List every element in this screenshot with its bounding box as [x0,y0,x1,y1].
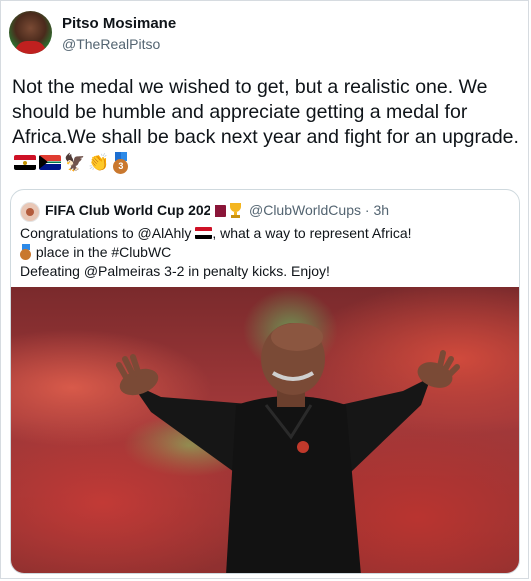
qatar-flag-icon [210,204,226,217]
quoted-line-1: Congratulations to @AlAhly , what a way … [20,225,412,241]
south-africa-flag-icon [39,155,61,171]
bronze-medal-icon: 3 [112,151,130,174]
quoted-author-name[interactable]: FIFA Club World Cup 2020 [45,202,219,218]
author-handle[interactable]: @TheRealPitso [62,36,160,52]
eagle-icon: 🦅 [64,152,86,172]
author-avatar[interactable] [9,11,52,54]
clapping-hands-icon: 👏 [88,152,110,172]
egypt-flag-icon [195,227,213,239]
coach-photo[interactable] [11,287,519,573]
quoted-author-avatar[interactable] [20,202,40,222]
author-name[interactable]: Pitso Mosimane [62,15,176,32]
quoted-time[interactable]: · 3h [365,202,389,218]
trophy-icon [228,203,243,218]
egypt-flag-icon [14,155,36,171]
tweet-card: Pitso Mosimane @TheRealPitso Not the med… [0,0,529,579]
quoted-author-emojis [210,203,243,218]
tweet-text: Not the medal we wished to get, but a re… [12,75,522,175]
quoted-text: Congratulations to @AlAhly , what a way … [20,224,510,281]
quoted-line-2: place in the #ClubWC [20,243,510,262]
bronze-medal-icon [20,244,32,260]
coach-figure [116,323,460,573]
quoted-author-handle[interactable]: @ClubWorldCups · 3h [249,202,389,218]
tweet-body: Not the medal we wished to get, but a re… [12,76,519,148]
tweet-emojis: 🦅 👏 3 [14,151,130,174]
quoted-line-3: Defeating @Palmeiras 3-2 in penalty kick… [20,263,330,279]
quoted-tweet[interactable]: FIFA Club World Cup 2020 @ClubWorldCups … [10,189,520,574]
